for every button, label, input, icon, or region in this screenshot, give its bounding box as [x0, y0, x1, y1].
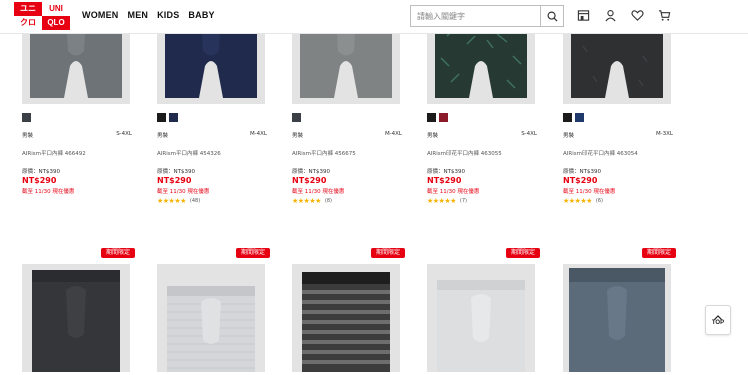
- product-card[interactable]: 期間限定: [22, 248, 135, 372]
- limited-time-badge: 期間限定: [641, 248, 676, 258]
- review-count[interactable]: (7): [460, 198, 467, 204]
- size-range: S-4XL: [521, 131, 537, 137]
- promo-text: 截至 11/30 現在優惠: [292, 189, 345, 195]
- site-header: ユニ UNI クロ QLO WOMEN MEN KIDS BABY: [0, 0, 748, 34]
- product-name[interactable]: AIRism平口內褲 456675: [292, 149, 402, 157]
- search-button[interactable]: [540, 6, 563, 26]
- product-image[interactable]: [563, 264, 671, 372]
- color-swatches: [292, 113, 402, 122]
- star-rating: ★★★★★: [563, 196, 592, 205]
- promo-text: 截至 11/30 現在優惠: [22, 189, 75, 195]
- product-grid: 男裝 S-4XL AIRism平口內褲 466492 原價：NT$390 NT$2…: [0, 0, 748, 375]
- gender-label: 男裝: [292, 133, 304, 139]
- original-price: 原價：NT$390: [157, 169, 195, 175]
- search-box: [410, 5, 564, 27]
- product-card[interactable]: 期間限定: [292, 248, 405, 372]
- boxer-brief-image: [563, 264, 671, 372]
- sale-price: NT$290: [427, 176, 462, 185]
- nav-kids[interactable]: KIDS: [157, 10, 179, 20]
- star-rating: ★★★★★: [427, 196, 456, 205]
- header-icons: [576, 8, 671, 22]
- product-card[interactable]: 期間限定: [563, 248, 676, 372]
- rating: ★★★★★ (48): [157, 197, 267, 205]
- color-swatch[interactable]: [427, 113, 436, 122]
- logo-cell: クロ: [14, 16, 42, 30]
- color-swatch[interactable]: [439, 113, 448, 122]
- gender-label: 男裝: [157, 133, 169, 139]
- color-swatches: [563, 113, 673, 122]
- color-swatch[interactable]: [157, 113, 166, 122]
- review-count[interactable]: (8): [325, 198, 332, 204]
- product-name[interactable]: AIRism印花平口內褲 463054: [563, 149, 673, 157]
- promo-text: 截至 11/30 現在優惠: [157, 189, 210, 195]
- product-image[interactable]: [22, 264, 130, 372]
- rating: ★★★★★ (6): [563, 197, 673, 205]
- boxer-brief-image: [157, 264, 265, 372]
- product-image[interactable]: [427, 264, 535, 372]
- original-price: 原價：NT$390: [563, 169, 601, 175]
- product-name[interactable]: AIRism印花平口內褲 463055: [427, 149, 537, 157]
- color-swatches: [157, 113, 267, 122]
- boxer-brief-image: [22, 264, 130, 372]
- color-swatch[interactable]: [563, 113, 572, 122]
- logo-cell: QLO: [42, 16, 70, 30]
- original-price: 原價：NT$390: [427, 169, 465, 175]
- color-swatches: [22, 113, 132, 122]
- product-image[interactable]: [292, 264, 400, 372]
- heart-icon[interactable]: [630, 8, 644, 22]
- review-count[interactable]: (6): [596, 198, 603, 204]
- logo-cell: ユニ: [14, 2, 42, 16]
- limited-time-badge: 期間限定: [370, 248, 405, 258]
- color-swatches: [427, 113, 537, 122]
- nav-men[interactable]: MEN: [128, 10, 149, 20]
- product-card[interactable]: 期間限定: [157, 248, 270, 372]
- back-to-top-button[interactable]: TOP: [705, 305, 731, 335]
- top-label: TOP: [711, 319, 725, 326]
- user-icon[interactable]: [603, 8, 617, 22]
- limited-time-badge: 期間限定: [100, 248, 135, 258]
- star-rating: ★★★★★: [292, 196, 321, 205]
- size-range: M-3XL: [655, 131, 673, 137]
- product-card[interactable]: 期間限定: [427, 248, 540, 372]
- boxer-brief-image: [292, 264, 400, 372]
- main-nav: WOMEN MEN KIDS BABY: [82, 10, 215, 20]
- search-icon: [547, 11, 558, 22]
- promo-text: 截至 11/30 現在優惠: [427, 189, 480, 195]
- limited-time-badge: 期間限定: [505, 248, 540, 258]
- logo-cell: UNI: [42, 2, 70, 16]
- color-swatch[interactable]: [169, 113, 178, 122]
- original-price: 原價：NT$390: [22, 169, 60, 175]
- color-swatch[interactable]: [575, 113, 584, 122]
- boxer-brief-image: [427, 264, 535, 372]
- nav-baby[interactable]: BABY: [188, 10, 214, 20]
- rating: ★★★★★ (8): [292, 197, 402, 205]
- product-name[interactable]: AIRism平口內褲 466492: [22, 149, 132, 157]
- search-input[interactable]: [411, 6, 541, 26]
- gender-label: 男裝: [427, 133, 439, 139]
- rating: ★★★★★ (7): [427, 197, 537, 205]
- limited-time-badge: 期間限定: [235, 248, 270, 258]
- color-swatch[interactable]: [22, 113, 31, 122]
- size-range: M-4XL: [384, 131, 402, 137]
- cart-icon[interactable]: [657, 8, 671, 22]
- sale-price: NT$290: [563, 176, 598, 185]
- star-rating: ★★★★★: [157, 196, 186, 205]
- nav-women[interactable]: WOMEN: [82, 10, 119, 20]
- product-name[interactable]: AIRism平口內褲 454326: [157, 149, 267, 157]
- store-icon[interactable]: [576, 8, 590, 22]
- sale-price: NT$290: [157, 176, 192, 185]
- size-range: S-4XL: [116, 131, 132, 137]
- product-image[interactable]: [157, 264, 265, 372]
- gender-label: 男裝: [22, 133, 34, 139]
- size-range: M-4XL: [249, 131, 267, 137]
- gender-label: 男裝: [563, 133, 575, 139]
- color-swatch[interactable]: [292, 113, 301, 122]
- uniqlo-logo[interactable]: ユニ UNI クロ QLO: [14, 2, 70, 30]
- sale-price: NT$290: [22, 176, 57, 185]
- original-price: 原價：NT$390: [292, 169, 330, 175]
- review-count[interactable]: (48): [190, 198, 200, 204]
- sale-price: NT$290: [292, 176, 327, 185]
- promo-text: 截至 11/30 現在優惠: [563, 189, 616, 195]
